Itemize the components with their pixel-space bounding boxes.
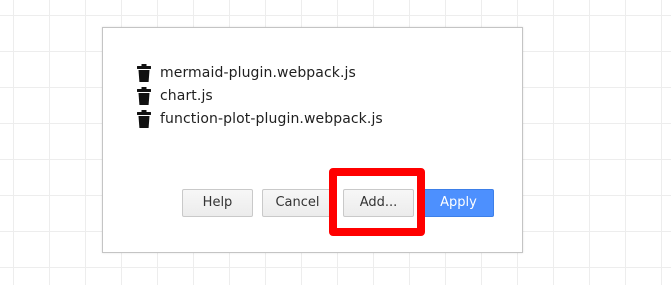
highlight-box (329, 168, 425, 236)
trash-icon[interactable] (137, 86, 151, 105)
plugins-dialog: mermaid-plugin.webpack.js chart.js funct… (102, 27, 523, 253)
list-item: chart.js (137, 84, 383, 107)
cancel-button[interactable]: Cancel (262, 189, 333, 217)
file-name: mermaid-plugin.webpack.js (160, 64, 356, 81)
apply-button[interactable]: Apply (423, 189, 494, 217)
trash-icon[interactable] (137, 109, 151, 128)
list-item: mermaid-plugin.webpack.js (137, 61, 383, 84)
file-name: function-plot-plugin.webpack.js (160, 110, 383, 127)
trash-icon[interactable] (137, 63, 151, 82)
list-item: function-plot-plugin.webpack.js (137, 107, 383, 130)
help-button[interactable]: Help (182, 189, 253, 217)
file-name: chart.js (160, 87, 213, 104)
plugin-file-list: mermaid-plugin.webpack.js chart.js funct… (137, 61, 383, 130)
